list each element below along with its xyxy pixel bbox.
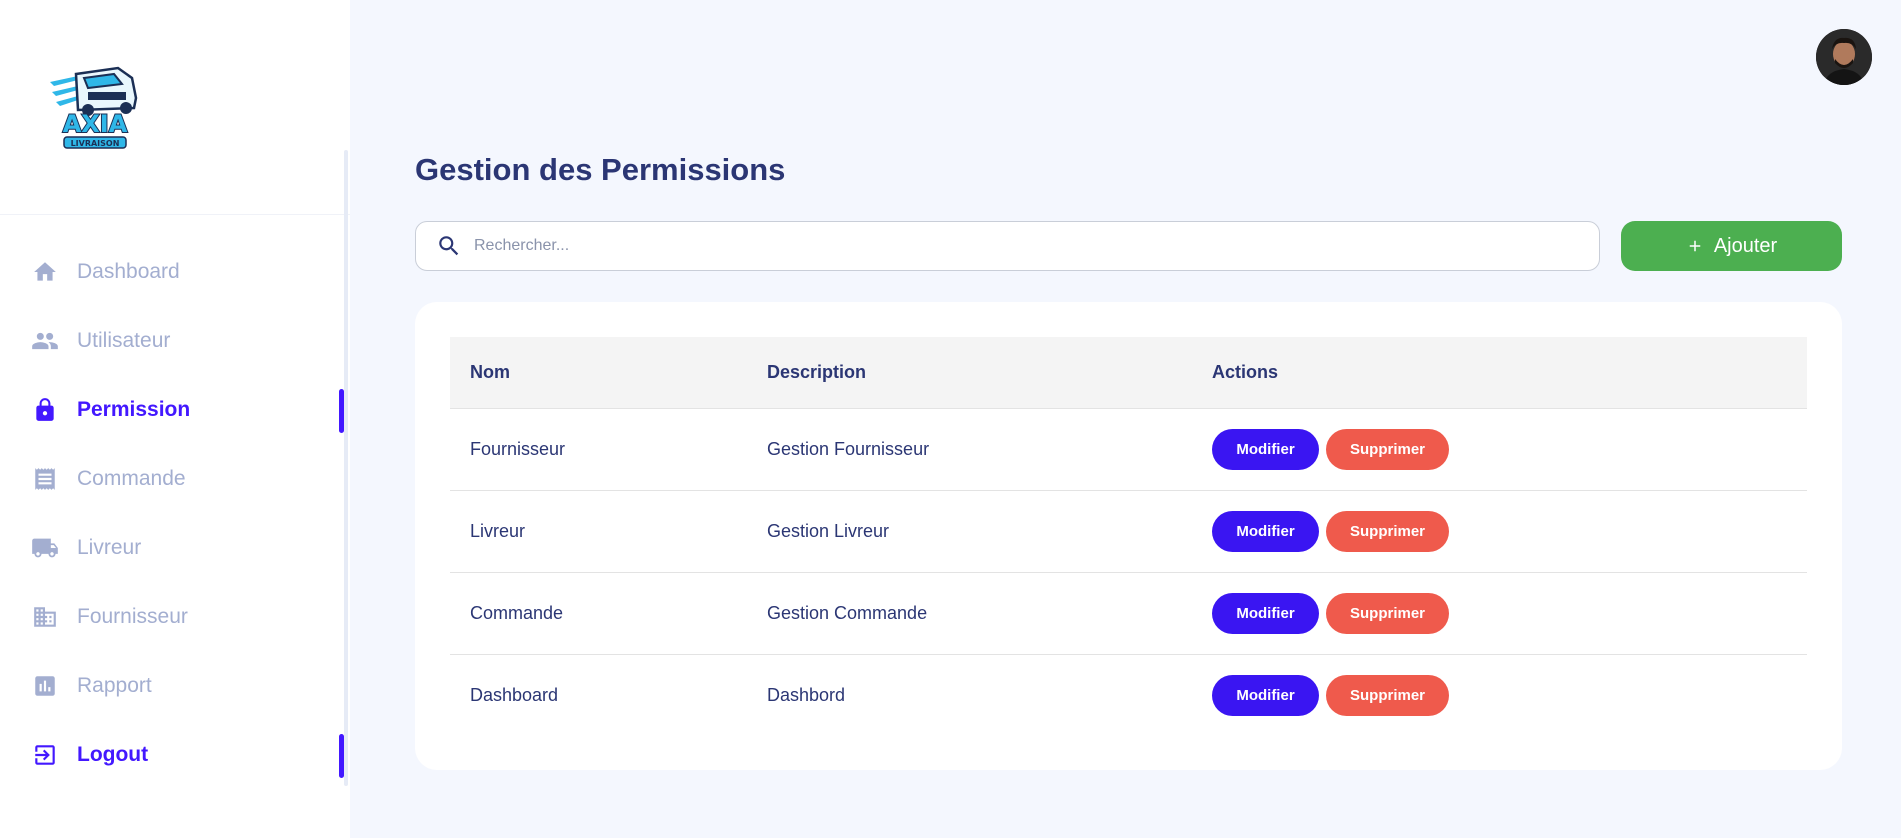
- receipt-icon: [30, 464, 60, 494]
- cell-actions: Modifier Supprimer: [1192, 572, 1807, 655]
- cell-nom: Dashboard: [470, 684, 559, 705]
- table-row: Fournisseur Gestion Fournisseur Modifier…: [450, 408, 1807, 491]
- permissions-card: Nom Description Actions Fournisseur Gest…: [415, 302, 1842, 770]
- user-avatar[interactable]: [1816, 29, 1872, 85]
- sidebar-item-commande[interactable]: Commande: [0, 444, 350, 513]
- lock-icon: [30, 395, 60, 425]
- column-header-nom: Nom: [450, 337, 747, 409]
- cell-description: Gestion Livreur: [747, 490, 1192, 573]
- cell-actions: Modifier Supprimer: [1192, 490, 1807, 573]
- search-icon: [439, 236, 459, 256]
- sidebar-item-label: Fournisseur: [77, 604, 188, 628]
- sidebar: AXIA LIVRAISON Dashboard Utilisateur Per…: [0, 0, 350, 838]
- page-title: Gestion des Permissions: [415, 152, 786, 187]
- axia-logo: AXIA LIVRAISON: [50, 66, 138, 149]
- table-row: Commande Gestion Commande Modifier Suppri…: [450, 572, 1807, 655]
- sidebar-item-label: Commande: [77, 466, 186, 490]
- cell-actions: Modifier Supprimer: [1192, 408, 1807, 491]
- sidebar-item-label: Utilisateur: [77, 328, 171, 352]
- logout-icon: [30, 740, 60, 770]
- sidebar-item-label: Rapport: [77, 673, 152, 697]
- search-bar[interactable]: [415, 221, 1600, 271]
- sidebar-item-label: Dashboard: [77, 259, 180, 283]
- table-row: Livreur Gestion Livreur Modifier Supprime…: [450, 490, 1807, 573]
- sidebar-item-permission[interactable]: Permission: [0, 375, 350, 444]
- cell-description: Gestion Fournisseur: [747, 408, 1192, 491]
- cell-description: Dashbord: [767, 684, 846, 705]
- add-button-label: Ajouter: [1713, 234, 1778, 257]
- table-row: Dashboard Dashbord Modifier Supprimer: [450, 654, 1807, 736]
- sidebar-item-utilisateur[interactable]: Utilisateur: [0, 306, 350, 375]
- cell-nom: Livreur: [450, 490, 747, 573]
- plus-icon: [1689, 240, 1701, 252]
- sidebar-item-fournisseur[interactable]: Fournisseur: [0, 582, 350, 651]
- column-header-description: Description: [747, 337, 1192, 409]
- bar-chart-icon: [30, 671, 60, 701]
- sidebar-item-dashboard[interactable]: Dashboard: [0, 237, 350, 306]
- sidebar-item-livreur[interactable]: Livreur: [0, 513, 350, 582]
- sidebar-item-rapport[interactable]: Rapport: [0, 651, 350, 720]
- supprimer-button[interactable]: Supprimer: [1326, 592, 1449, 634]
- column-header-actions: Actions: [1192, 337, 1807, 409]
- add-button[interactable]: Ajouter: [1621, 221, 1842, 271]
- sidebar-item-label: Permission: [77, 397, 191, 421]
- active-indicator: [339, 389, 344, 433]
- modifier-button[interactable]: Modifier: [1212, 510, 1319, 552]
- supprimer-button[interactable]: Supprimer: [1326, 674, 1449, 716]
- cell-actions: Modifier Supprimer: [1192, 654, 1807, 736]
- modifier-button[interactable]: Modifier: [1212, 428, 1319, 470]
- cell-nom: Commande: [450, 572, 747, 655]
- cell-nom: Fournisseur: [450, 408, 747, 491]
- logo-area: AXIA LIVRAISON: [0, 0, 350, 215]
- search-input[interactable]: [474, 237, 1574, 255]
- supprimer-button[interactable]: Supprimer: [1326, 428, 1449, 470]
- supprimer-button[interactable]: Supprimer: [1326, 510, 1449, 552]
- svg-text:LIVRAISON: LIVRAISON: [71, 139, 120, 148]
- active-indicator: [339, 734, 344, 778]
- users-icon: [30, 326, 60, 356]
- modifier-button[interactable]: Modifier: [1212, 674, 1319, 716]
- cell-description: Gestion Commande: [747, 572, 1192, 655]
- svg-text:AXIA: AXIA: [63, 110, 128, 138]
- building-icon: [30, 602, 60, 632]
- sidebar-item-label: Livreur: [77, 535, 142, 559]
- sidebar-item-label: Logout: [77, 742, 149, 766]
- truck-icon: [30, 533, 60, 563]
- sidebar-item-logout[interactable]: Logout: [0, 720, 350, 789]
- table-header-row: Nom Description Actions: [450, 337, 1807, 409]
- modifier-button[interactable]: Modifier: [1212, 592, 1319, 634]
- sidebar-nav: Dashboard Utilisateur Permission Command…: [0, 237, 350, 789]
- permissions-table: Nom Description Actions Fournisseur Gest…: [450, 337, 1807, 736]
- home-icon: [30, 257, 60, 287]
